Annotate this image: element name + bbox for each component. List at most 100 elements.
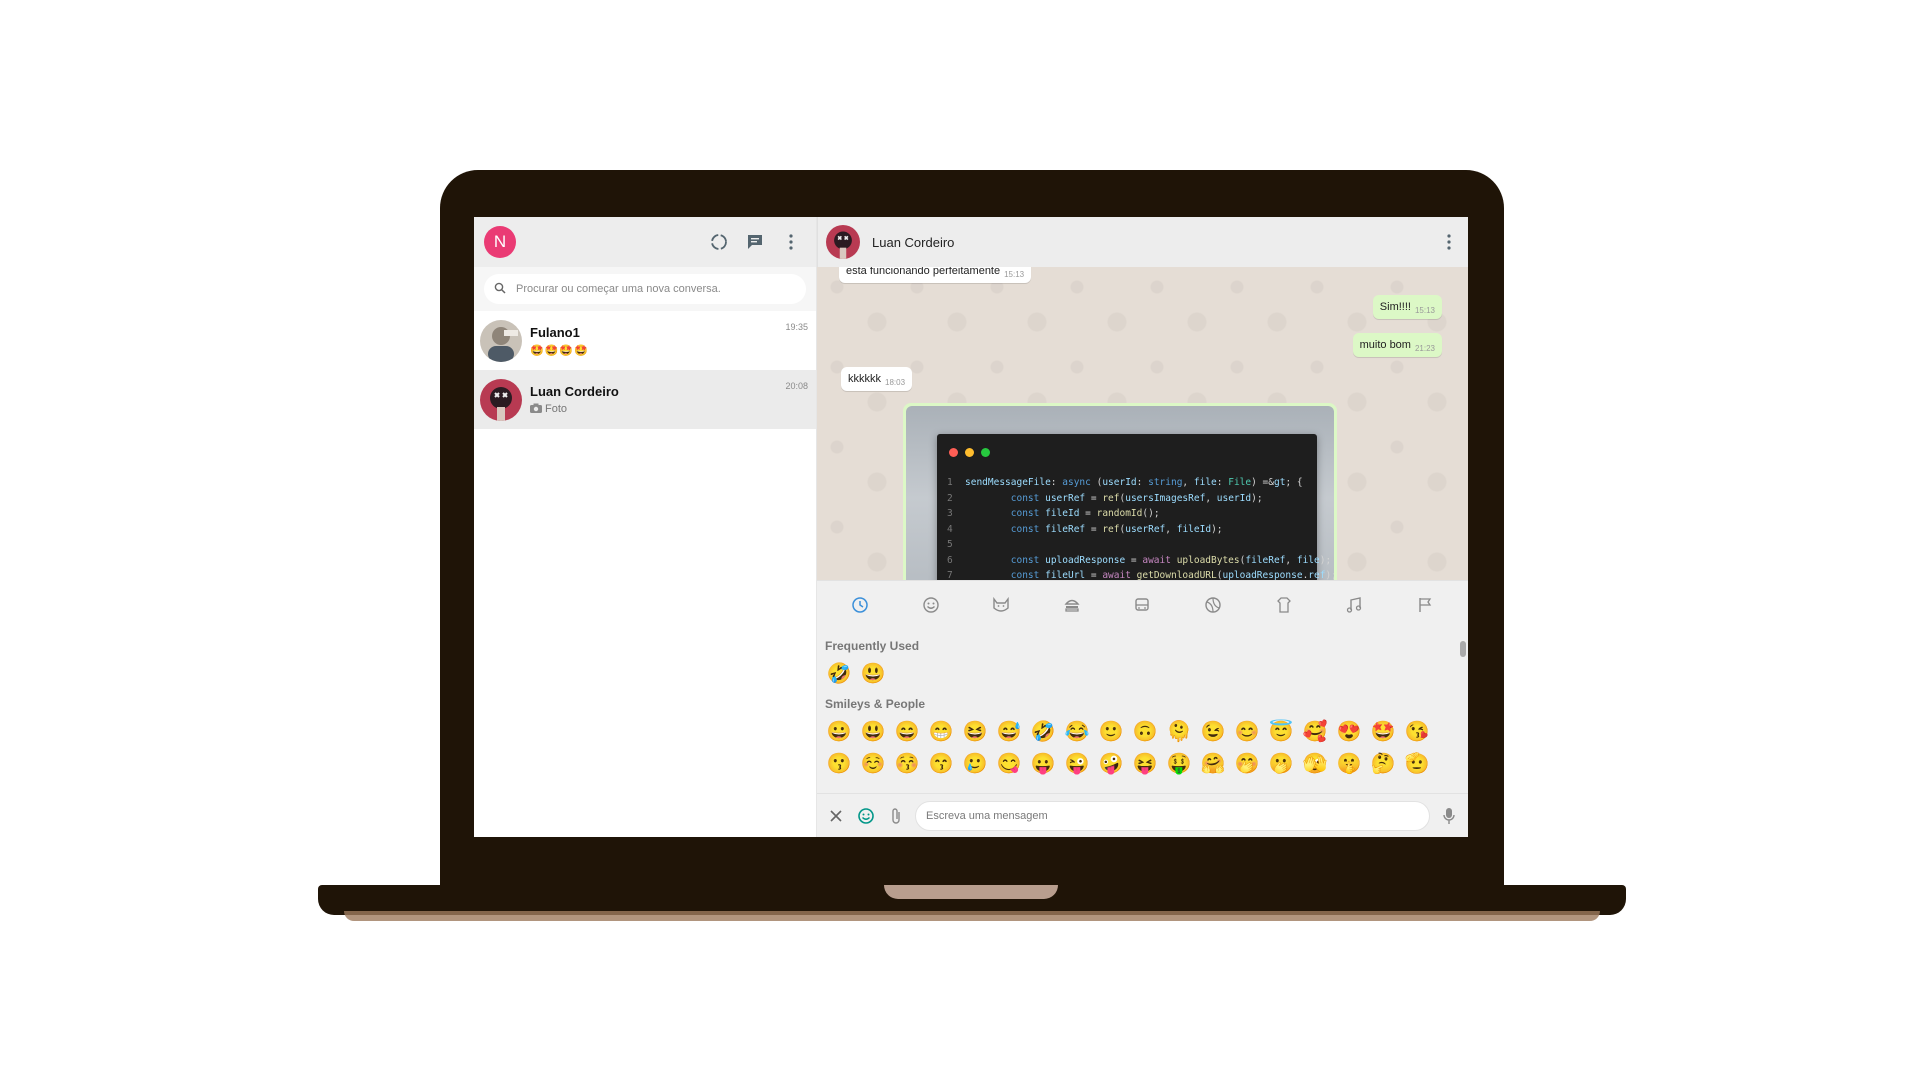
- emoji-button[interactable]: 😉: [1199, 719, 1227, 745]
- emoji-button[interactable]: 🤑: [1165, 751, 1193, 777]
- app-screen: N Procurar ou começar uma nova conversa.: [474, 217, 1468, 837]
- emoji-button[interactable]: 🙃: [1131, 719, 1159, 745]
- objects-icon[interactable]: [1273, 594, 1295, 616]
- search-input[interactable]: Procurar ou começar uma nova conversa.: [484, 274, 806, 304]
- emoji-category-bar: [817, 581, 1468, 629]
- animal-icon[interactable]: [990, 594, 1012, 616]
- emoji-button[interactable]: 🤗: [1199, 751, 1227, 777]
- emoji-button[interactable]: ☺️: [859, 751, 887, 777]
- emoji-grid[interactable]: Frequently Used 🤣 😃 Smileys & People 😀 😃 😄 😁…: [817, 629, 1458, 793]
- emoji-button[interactable]: 😂: [1063, 719, 1091, 745]
- search-placeholder: Procurar ou começar uma nova conversa.: [516, 283, 721, 295]
- recent-icon[interactable]: [849, 594, 871, 616]
- avatar[interactable]: N: [484, 226, 516, 258]
- search-icon: [494, 282, 506, 297]
- status-icon[interactable]: [708, 231, 730, 253]
- emoji-button[interactable]: 😅: [995, 719, 1023, 745]
- code-text: const fileUrl = await getDownloadURL(upl…: [1010, 570, 1334, 580]
- message-bubble: esta funcionando perfeitamente 15:13: [839, 267, 1032, 283]
- laptop-notch: [884, 885, 1058, 899]
- chat-info: Fulano1 🤩🤩🤩🤩 19:35: [530, 320, 810, 362]
- chat-header: Luan Cordeiro: [817, 217, 1468, 267]
- emoji-icon[interactable]: [855, 805, 877, 827]
- code-screenshot: 1 sendMessageFile: async (userId: string,…: [906, 406, 1334, 580]
- emoji-scrollbar[interactable]: [1460, 633, 1466, 789]
- new-chat-icon[interactable]: [744, 231, 766, 253]
- emoji-button[interactable]: 😗: [825, 751, 853, 777]
- line-number: 3: [947, 508, 953, 519]
- emoji-button[interactable]: 😘: [1403, 719, 1431, 745]
- microphone-icon[interactable]: [1438, 805, 1460, 827]
- menu-icon[interactable]: [780, 231, 802, 253]
- image-message[interactable]: 1 sendMessageFile: async (userId: string,…: [903, 403, 1337, 580]
- code-window: 1 sendMessageFile: async (userId: string,…: [937, 434, 1334, 580]
- sidebar-header: N: [474, 217, 816, 267]
- line-number: 6: [947, 554, 953, 566]
- smiley-icon[interactable]: [920, 594, 942, 616]
- line-number: 7: [947, 570, 953, 580]
- emoji-button[interactable]: 😜: [1063, 751, 1091, 777]
- emoji-button[interactable]: 🫠: [1165, 719, 1193, 745]
- attach-icon[interactable]: [885, 805, 907, 827]
- emoji-button[interactable]: 😙: [927, 751, 955, 777]
- emoji-button[interactable]: 😁: [927, 719, 955, 745]
- section-title: Frequently Used: [825, 639, 920, 653]
- message-input[interactable]: Escreva uma mensagem: [915, 800, 1430, 831]
- food-icon[interactable]: [1061, 594, 1083, 616]
- code-text: sendMessageFile: async (userId: string, …: [965, 477, 1303, 488]
- avatar: [480, 319, 522, 362]
- emoji-button[interactable]: 🤭: [1233, 751, 1261, 777]
- menu-icon[interactable]: [1438, 231, 1460, 253]
- emoji-button[interactable]: 🫢: [1267, 751, 1295, 777]
- emoji-button[interactable]: 🤔: [1369, 751, 1397, 777]
- chat-item-luan-cordeiro[interactable]: Luan Cordeiro Foto 20:08: [474, 370, 816, 429]
- emoji-button[interactable]: 😆: [961, 719, 989, 745]
- emoji-button[interactable]: 🫣: [1301, 751, 1329, 777]
- symbols-icon[interactable]: [1343, 594, 1365, 616]
- emoji-button[interactable]: 🥲: [961, 751, 989, 777]
- code-line: 5: [947, 537, 1334, 553]
- emoji-button[interactable]: 😝: [1131, 751, 1159, 777]
- emoji-button[interactable]: 🤣: [825, 661, 853, 687]
- emoji-button[interactable]: 🤣: [1029, 719, 1057, 745]
- emoji-button[interactable]: 😃: [859, 719, 887, 745]
- emoji-button[interactable]: 😄: [893, 719, 921, 745]
- chat-preview: 🤩🤩🤩🤩: [530, 344, 589, 357]
- contact-name[interactable]: Luan Cordeiro: [872, 235, 954, 250]
- emoji-button[interactable]: 🙂: [1097, 719, 1125, 745]
- travel-icon[interactable]: [1131, 594, 1153, 616]
- sidebar-actions: [708, 231, 806, 253]
- message-list[interactable]: esta funcionando perfeitamente 15:13 Sim!…: [817, 267, 1468, 580]
- maximize-dot-icon: [981, 448, 990, 457]
- laptop-base-shadow: [344, 911, 1600, 921]
- emoji-button[interactable]: 🤫: [1335, 751, 1363, 777]
- activity-icon[interactable]: [1202, 594, 1224, 616]
- close-icon[interactable]: [825, 805, 847, 827]
- flag-icon[interactable]: [1414, 594, 1436, 616]
- emoji-button[interactable]: 😍: [1335, 719, 1363, 745]
- code-line: 4 const fileRef = ref(userRef, fileId);: [947, 522, 1334, 538]
- emoji-button[interactable]: 😀: [825, 719, 853, 745]
- emoji-button[interactable]: 🫡: [1403, 751, 1431, 777]
- line-number: 1: [947, 477, 953, 488]
- emoji-button[interactable]: 😇: [1267, 719, 1295, 745]
- chat-name: Fulano1: [530, 324, 580, 340]
- avatar: [480, 378, 522, 421]
- emoji-button[interactable]: 😃: [859, 661, 887, 687]
- emoji-button[interactable]: 😋: [995, 751, 1023, 777]
- chat-item-fulano1[interactable]: Fulano1 🤩🤩🤩🤩 19:35: [474, 311, 816, 370]
- line-number: 5: [947, 539, 953, 550]
- emoji-button[interactable]: 🤪: [1097, 751, 1125, 777]
- emoji-button[interactable]: 🤩: [1369, 719, 1397, 745]
- chat-time: 19:35: [785, 321, 808, 332]
- emoji-button[interactable]: 🥰: [1301, 719, 1329, 745]
- message-bubble: Sim!!!! 15:13: [1372, 295, 1442, 319]
- emoji-button[interactable]: 😛: [1029, 751, 1057, 777]
- emoji-button[interactable]: 😊: [1233, 719, 1261, 745]
- message-bubble: muito bom 21:23: [1352, 333, 1442, 357]
- avatar[interactable]: [826, 225, 860, 259]
- scrollbar-thumb[interactable]: [1460, 641, 1466, 657]
- emoji-button[interactable]: 😚: [893, 751, 921, 777]
- code-line: 7 const fileUrl = await getDownloadURL(u…: [947, 568, 1334, 580]
- camera-icon: [530, 403, 542, 416]
